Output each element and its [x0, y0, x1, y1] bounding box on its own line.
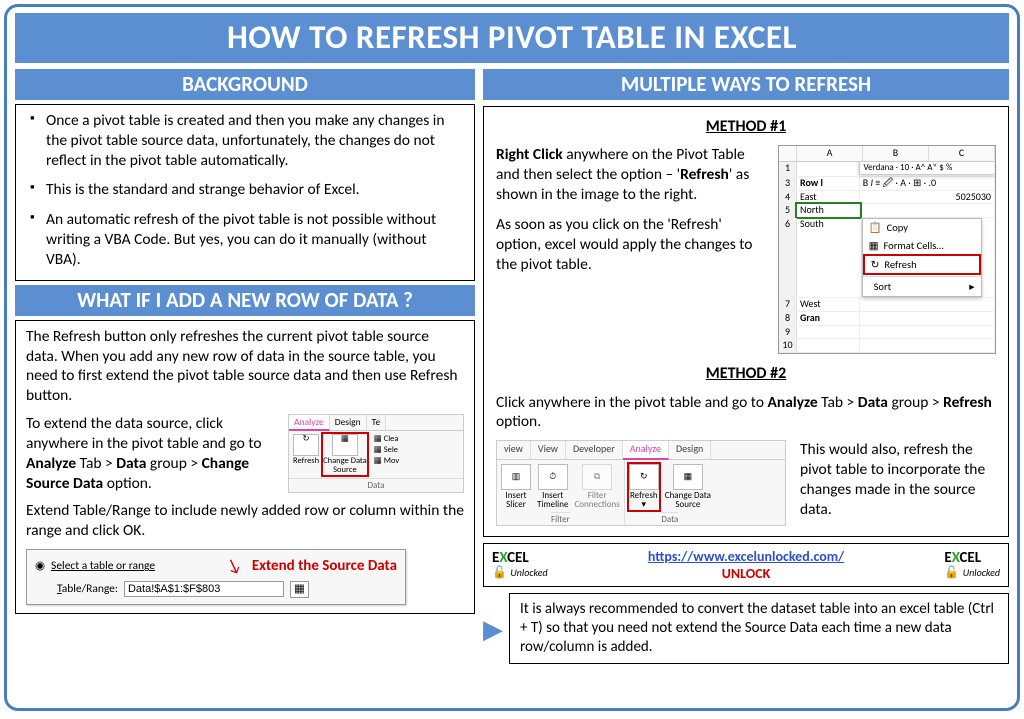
- ribbon-refresh-small[interactable]: ↻ Refresh: [293, 434, 319, 475]
- methods-box: METHOD #1 Right Click anywhere on the Pi…: [483, 106, 1009, 537]
- tab-view-partial[interactable]: view: [497, 441, 531, 459]
- page-title: HOW TO REFRESH PIVOT TABLE IN EXCEL: [15, 13, 1009, 63]
- range-picker-icon[interactable]: ▦: [290, 581, 309, 598]
- ribbon-insert-timeline[interactable]: ⏱Insert Timeline: [537, 464, 568, 510]
- tab-analyze[interactable]: Analyze: [289, 415, 330, 431]
- tab-view[interactable]: View: [531, 441, 566, 459]
- multiple-ways-heading: MULTIPLE WAYS TO REFRESH: [483, 69, 1009, 100]
- change-source-ribbon: Analyze Design Te ↻ Refresh ▦ Change Dat…: [288, 414, 464, 493]
- select-range-label: Select a table or range: [51, 559, 155, 574]
- table-range-input[interactable]: [124, 581, 284, 597]
- extend-note: Extend the Source Data: [252, 557, 397, 576]
- ribbon-group-data: Data: [661, 512, 678, 526]
- newrow-p1: The Refresh button only refreshes the cu…: [26, 327, 464, 406]
- refresh-icon: ↻: [293, 434, 319, 456]
- tab-design[interactable]: Design: [669, 441, 711, 459]
- newrow-heading: WHAT IF I ADD A NEW ROW OF DATA ?: [15, 285, 475, 316]
- ctx-refresh[interactable]: ↻Refresh: [863, 254, 981, 275]
- refresh-icon: ↻: [871, 258, 880, 271]
- tab-te[interactable]: Te: [367, 415, 387, 430]
- analyze-ribbon: view View Developer Analyze Design ▥Inse…: [496, 440, 786, 526]
- tab-design[interactable]: Design: [330, 415, 367, 430]
- newrow-p3: Extend Table/Range to include newly adde…: [26, 501, 464, 541]
- ctx-copy[interactable]: 📋Copy: [863, 219, 981, 236]
- site-link[interactable]: https://www.excelunlocked.com/: [648, 548, 844, 565]
- tab-developer[interactable]: Developer: [566, 441, 623, 459]
- method2-label: METHOD #2: [496, 364, 996, 384]
- filter-connections-icon: ⧉: [582, 464, 612, 490]
- bg-bullet-1: Once a pivot table is created and then y…: [30, 111, 464, 170]
- change-data-source-icon: ▦: [332, 434, 358, 456]
- method2-p2: This would also, refresh the pivot table…: [800, 440, 996, 519]
- ribbon-insert-slicer[interactable]: ▥Insert Slicer: [501, 464, 531, 510]
- tip-arrow-icon: ▶: [483, 593, 503, 663]
- method1-p2: As soon as you click on the 'Refresh' op…: [496, 215, 768, 274]
- method2-p1: Click anywhere in the pivot table and go…: [496, 393, 996, 433]
- arrow-icon: ↘: [222, 553, 245, 580]
- excel-screenshot: A B C 1Verdana · 10 · A^ A˅ $ % 3Row lB …: [778, 145, 996, 354]
- context-menu[interactable]: 📋Copy ▦Format Cells… ↻Refresh Sort▸: [862, 218, 982, 297]
- refresh-icon: ↻: [629, 464, 659, 490]
- right-column: MULTIPLE WAYS TO REFRESH METHOD #1 Right…: [483, 69, 1009, 700]
- excelunlocked-logo-left: EXCEL🔓 Unlocked: [492, 551, 548, 580]
- unlock-label: UNLOCK: [722, 565, 771, 582]
- tip-box: It is always recommended to convert the …: [509, 593, 1009, 663]
- ribbon-group-data: Data: [289, 478, 463, 492]
- ribbon-side-items: ▦ Clea ▦ Sele ▦ Mov: [371, 434, 400, 475]
- timeline-icon: ⏱: [538, 464, 568, 490]
- left-column: BACKGROUND Once a pivot table is created…: [15, 69, 475, 700]
- method1-label: METHOD #1: [496, 117, 996, 137]
- format-cells-icon: ▦: [869, 239, 879, 252]
- page-frame: HOW TO REFRESH PIVOT TABLE IN EXCEL BACK…: [4, 4, 1020, 711]
- tip-row: ▶ It is always recommended to convert th…: [483, 593, 1009, 663]
- excelunlocked-logo-right: EXCEL🔓 Unlocked: [944, 551, 1000, 580]
- copy-icon: 📋: [869, 221, 882, 234]
- method1-p1: Right Click anywhere on the Pivot Table …: [496, 145, 768, 204]
- ctx-sort[interactable]: Sort▸: [863, 278, 981, 295]
- bg-bullet-2: This is the standard and strange behavio…: [30, 180, 464, 200]
- ribbon-refresh[interactable]: ↻Refresh▾: [629, 464, 659, 510]
- ctx-format-cells[interactable]: ▦Format Cells…: [863, 237, 981, 254]
- background-heading: BACKGROUND: [15, 69, 475, 100]
- change-data-source-icon: ▦: [673, 464, 703, 490]
- newrow-box: The Refresh button only refreshes the cu…: [15, 320, 475, 614]
- range-dialog: ◉ Select a table or range ↘ Extend the S…: [26, 549, 406, 605]
- ribbon-filter-connections[interactable]: ⧉Filter Connections: [574, 464, 619, 510]
- slicer-icon: ▥: [501, 464, 531, 490]
- ribbon-change-data-source[interactable]: ▦Change Data Source: [665, 464, 711, 510]
- background-box: Once a pivot table is created and then y…: [15, 104, 475, 281]
- radio-select-range[interactable]: ◉: [35, 559, 45, 574]
- ribbon-change-data-source[interactable]: ▦ Change Data Source: [323, 434, 367, 475]
- bg-bullet-3: An automatic refresh of the pivot table …: [30, 210, 464, 269]
- ribbon-group-filter: Filter: [551, 512, 570, 526]
- columns: BACKGROUND Once a pivot table is created…: [15, 69, 1009, 700]
- table-range-label: Table/Range:: [57, 582, 118, 597]
- tab-analyze[interactable]: Analyze: [623, 441, 669, 460]
- footer-row: EXCEL🔓 Unlocked https://www.excelunlocke…: [483, 543, 1009, 587]
